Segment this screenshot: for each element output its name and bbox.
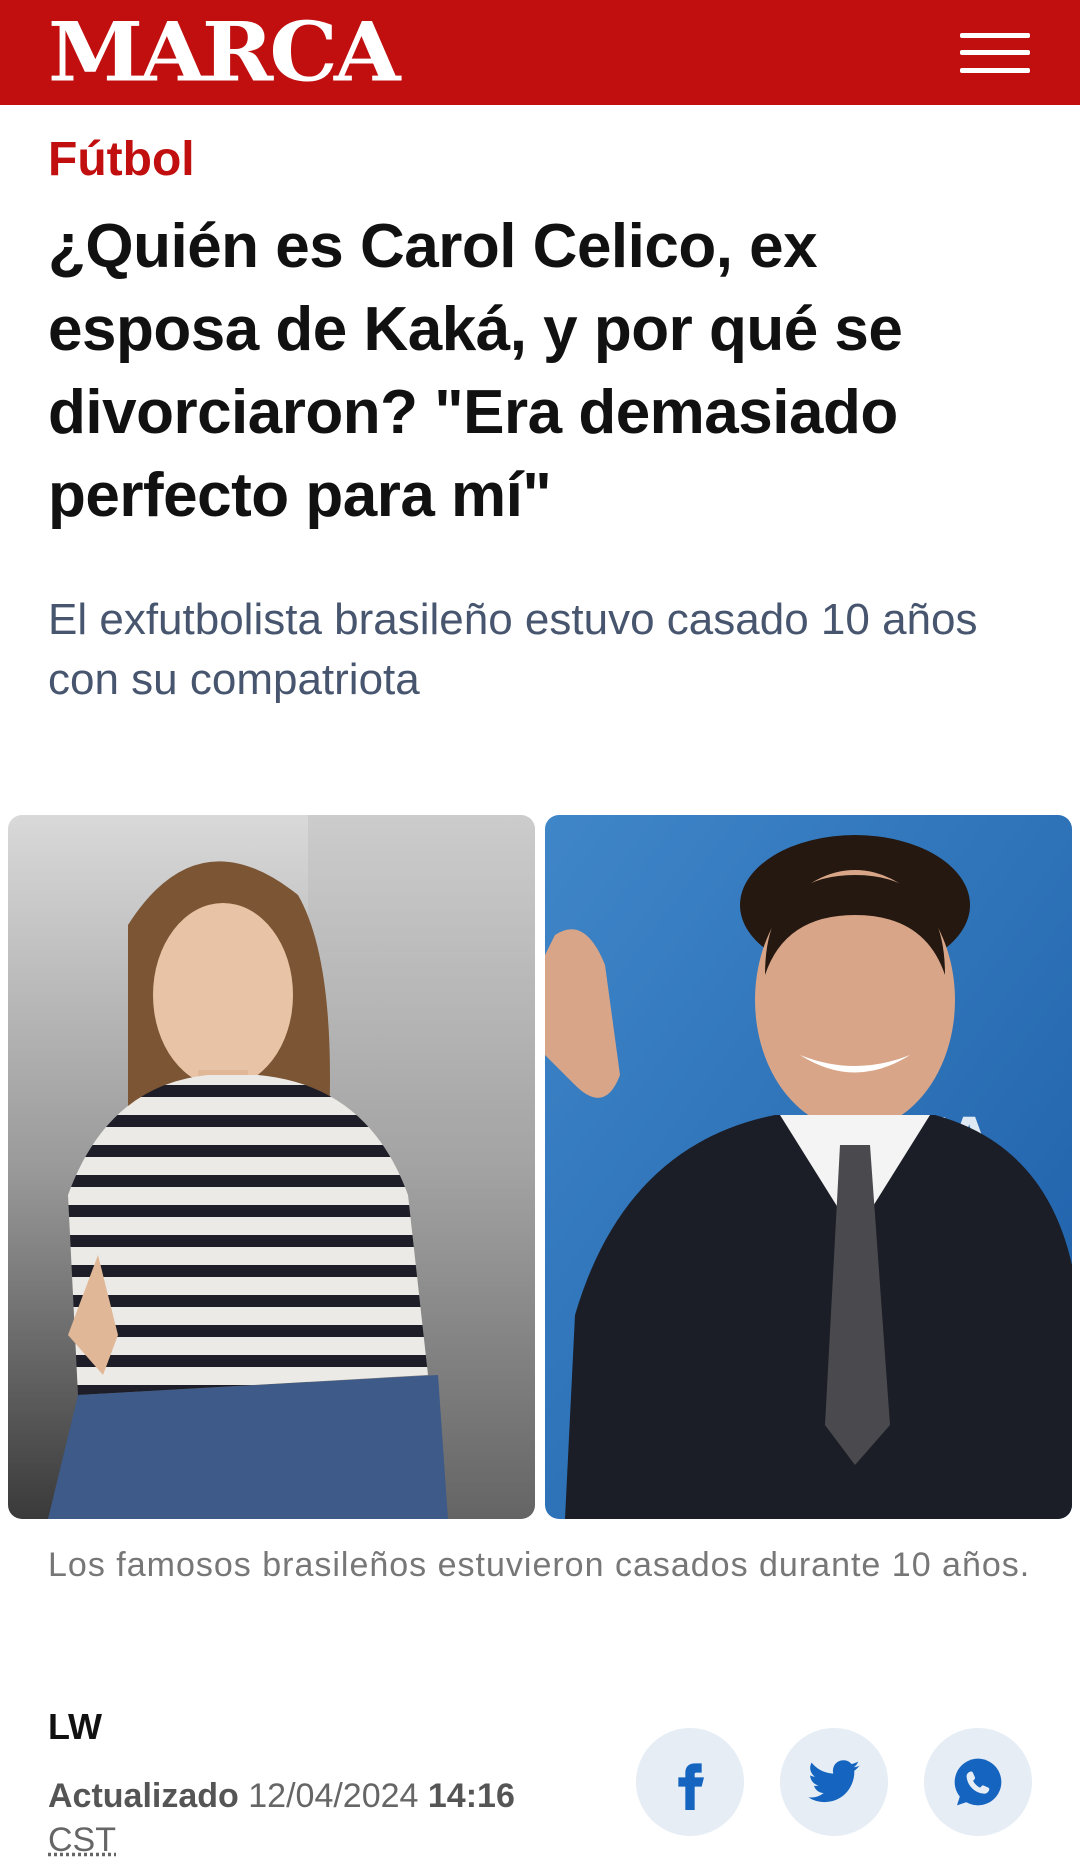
- section-label[interactable]: Fútbol: [48, 132, 195, 187]
- article-subtitle: El exfutbolista brasileño estuvo casado …: [48, 595, 978, 704]
- facebook-icon: [678, 1763, 704, 1810]
- menu-icon-line: [960, 67, 1030, 73]
- share-facebook-button[interactable]: [636, 1728, 744, 1836]
- share-whatsapp-button[interactable]: [924, 1728, 1032, 1836]
- menu-icon-line: [960, 50, 1030, 55]
- marca-logo[interactable]: MARCA: [48, 11, 401, 94]
- article-headline: ¿Quién es Carol Celico, ex esposa de Kak…: [48, 212, 903, 530]
- whatsapp-icon: [954, 1758, 1002, 1806]
- twitter-icon: [808, 1760, 860, 1803]
- photo-man: FA: [545, 815, 1072, 1519]
- updated-timestamp: Actualizado 12/04/2024 14:16 CST: [48, 1774, 568, 1862]
- photo-caption: Los famosos brasileños estuvieron casado…: [48, 1546, 1031, 1584]
- menu-icon[interactable]: [960, 32, 1030, 73]
- updated-time: 14:16: [427, 1777, 515, 1815]
- article-photo: FA: [8, 815, 1072, 1519]
- timezone-label: CST: [48, 1821, 116, 1859]
- top-bar: MARCA: [0, 0, 1080, 105]
- photo-woman: [8, 815, 535, 1519]
- author-name[interactable]: LW: [48, 1706, 102, 1748]
- updated-date: 12/04/2024: [248, 1777, 419, 1815]
- updated-label: Actualizado: [48, 1777, 239, 1815]
- share-twitter-button[interactable]: [780, 1728, 888, 1836]
- menu-icon-line: [960, 32, 1030, 38]
